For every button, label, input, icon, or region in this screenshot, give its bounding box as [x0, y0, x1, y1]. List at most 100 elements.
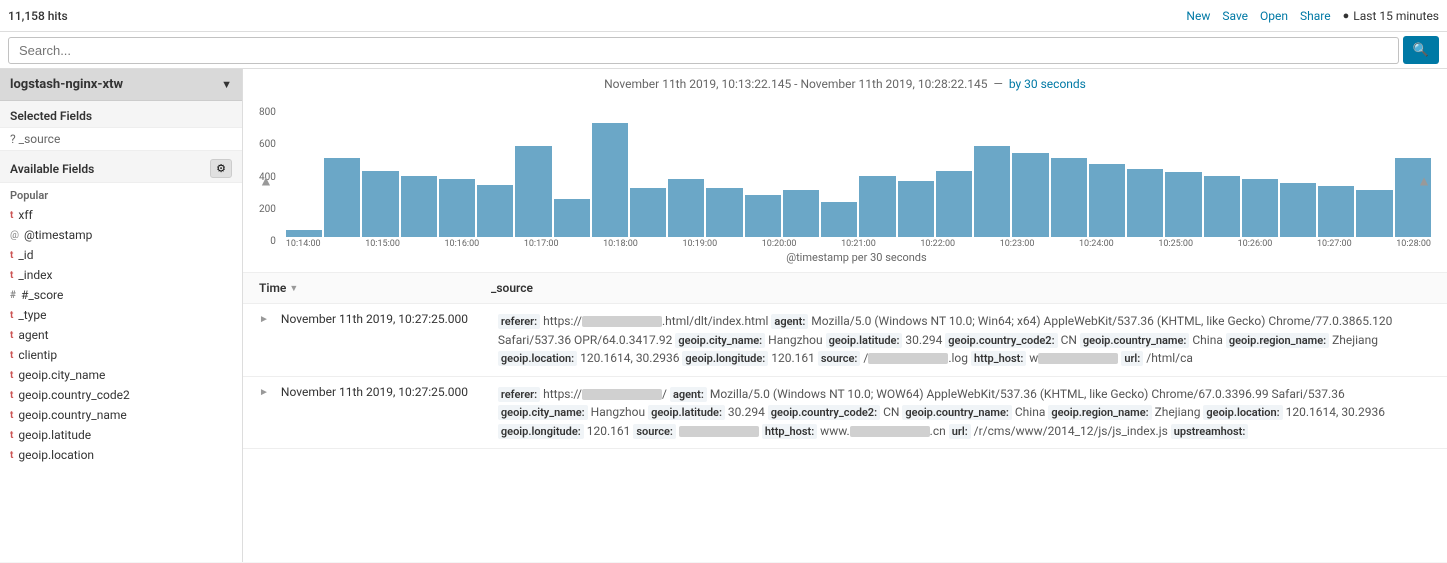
index-dropdown-arrow[interactable]: ▼ — [221, 78, 232, 91]
chart-bar[interactable] — [286, 230, 322, 237]
chart-bar[interactable] — [706, 188, 742, 237]
sidebar-field-item[interactable]: tgeoip.location — [0, 445, 242, 465]
chart-bar[interactable] — [821, 202, 857, 237]
chart-bar[interactable] — [515, 146, 551, 237]
result-field-key: geoip.longitude: — [498, 424, 584, 439]
fields-settings-button[interactable]: ⚙ — [210, 159, 232, 178]
sidebar-field-item[interactable]: tgeoip.city_name — [0, 365, 242, 385]
result-field-key: geoip.longitude: — [682, 351, 768, 366]
table-row: ► November 11th 2019, 10:27:25.000 refer… — [243, 304, 1447, 377]
chart-header: November 11th 2019, 10:13:22.145 - Novem… — [259, 77, 1431, 91]
chart-bar[interactable] — [783, 190, 819, 237]
chart-bar[interactable] — [1165, 172, 1201, 237]
chart-bar[interactable] — [324, 158, 360, 237]
sidebar-field-item[interactable]: t _type — [0, 305, 242, 325]
chart-bar[interactable] — [592, 123, 628, 237]
result-row-main[interactable]: ► November 11th 2019, 10:27:25.000 refer… — [243, 377, 1447, 449]
chart-bar[interactable] — [1242, 179, 1278, 237]
time-range-picker[interactable]: ● Last 15 minutes — [1343, 9, 1439, 23]
chart-bar[interactable] — [1089, 164, 1125, 238]
chart-bar[interactable] — [1051, 158, 1087, 237]
toolbar-actions: New Save Open Share ● Last 15 minutes — [1186, 9, 1439, 23]
chart-bar[interactable] — [477, 185, 513, 238]
chart-bar[interactable] — [1356, 190, 1392, 237]
save-button[interactable]: Save — [1222, 9, 1248, 23]
sidebar-field-item[interactable]: t_index — [0, 265, 242, 285]
chart-bar[interactable] — [974, 146, 1010, 237]
chart-bar[interactable] — [401, 176, 437, 237]
sidebar-field-item[interactable]: tgeoip.country_code2 — [0, 385, 242, 405]
top-bar: 11,158 hits New Save Open Share ● Last 1… — [0, 0, 1447, 32]
col-source-header: _source — [491, 281, 1431, 295]
sidebar-field-item[interactable]: tagent — [0, 325, 242, 345]
chart-bar[interactable] — [1127, 169, 1163, 237]
hits-section: 11,158 hits — [8, 9, 68, 23]
field-name: _type — [18, 308, 46, 322]
available-fields-label: Available Fields — [10, 162, 94, 176]
chart-bar[interactable] — [1395, 158, 1431, 237]
chart-bar[interactable] — [936, 171, 972, 238]
y-axis-label: 0 — [270, 236, 276, 247]
result-field-key: geoip.country_code2: — [945, 333, 1057, 348]
sidebar-field-item[interactable]: tgeoip.latitude — [0, 425, 242, 445]
field-type-icon: t — [10, 310, 13, 321]
chart-bar[interactable] — [859, 176, 895, 237]
chart-bar[interactable] — [439, 179, 475, 237]
field-name: geoip.city_name — [18, 368, 105, 382]
redacted-value — [1038, 353, 1118, 364]
field-name: geoip.latitude — [18, 428, 91, 442]
expand-arrow[interactable]: ► — [259, 387, 269, 398]
chart-bar[interactable] — [630, 188, 666, 237]
result-time: November 11th 2019, 10:27:25.000 — [281, 312, 486, 326]
open-button[interactable]: Open — [1260, 9, 1288, 23]
result-field-key: url: — [1121, 351, 1143, 366]
search-input[interactable] — [8, 37, 1399, 64]
index-selector[interactable]: logstash-nginx-xtw ▼ — [0, 69, 242, 101]
result-field-key: geoip.city_name: — [675, 333, 765, 348]
result-row-main[interactable]: ► November 11th 2019, 10:27:25.000 refer… — [243, 304, 1447, 376]
chart-x-axis: 10:14:0010:15:0010:16:0010:17:0010:18:00… — [282, 237, 1431, 249]
sidebar-field-item[interactable]: ##_score — [0, 285, 242, 305]
expand-arrow[interactable]: ► — [259, 314, 269, 325]
chart-bars — [282, 97, 1431, 237]
field-type-icon: t — [10, 350, 13, 361]
chart-bar[interactable] — [1204, 176, 1240, 237]
field-name: #_score — [21, 288, 63, 302]
x-axis-label: 10:24:00 — [1079, 239, 1114, 249]
new-button[interactable]: New — [1186, 9, 1210, 23]
chart-bar[interactable] — [1318, 186, 1354, 237]
field-name: @timestamp — [24, 228, 92, 242]
share-button[interactable]: Share — [1300, 9, 1331, 23]
chart-bar[interactable] — [1012, 153, 1048, 237]
chart-nav-left[interactable]: ▲ — [259, 172, 273, 189]
chart-bar[interactable] — [554, 199, 590, 238]
chart-bar[interactable] — [898, 181, 934, 237]
clock-icon: ● — [1343, 9, 1350, 22]
chart-bar[interactable] — [362, 171, 398, 238]
field-type-icon: @ — [10, 230, 19, 241]
x-axis-label: 10:17:00 — [524, 239, 559, 249]
x-axis-label: 10:18:00 — [603, 239, 638, 249]
chart-bar[interactable] — [1280, 183, 1316, 237]
sidebar: logstash-nginx-xtw ▼ Selected Fields ? _… — [0, 69, 243, 562]
result-field-key: upstreamhost: — [1171, 424, 1249, 439]
chart-bar[interactable] — [745, 195, 781, 237]
sidebar-field-item[interactable]: @ @timestamp — [0, 225, 242, 245]
chart-body: 10:14:0010:15:0010:16:0010:17:0010:18:00… — [282, 97, 1431, 264]
y-axis-label: 800 — [259, 107, 276, 118]
sidebar-field-item[interactable]: tgeoip.country_name — [0, 405, 242, 425]
x-axis-label: 10:22:00 — [920, 239, 955, 249]
selected-fields-header: Selected Fields — [0, 101, 242, 128]
search-button[interactable]: 🔍 — [1403, 36, 1439, 64]
field-type-icon: t — [10, 390, 13, 401]
sidebar-field-item[interactable]: t_id — [0, 245, 242, 265]
source-field-item[interactable]: ? _source — [0, 128, 242, 150]
hits-count: 11,158 hits — [8, 9, 68, 23]
sidebar-field-item[interactable]: tclientip — [0, 345, 242, 365]
sort-icon[interactable]: ▼ — [289, 283, 298, 294]
chart-interval-link[interactable]: by 30 seconds — [1009, 77, 1086, 91]
sidebar-field-item[interactable]: txff — [0, 205, 242, 225]
chart-nav-right[interactable]: ▲ — [1417, 172, 1431, 189]
chart-bar[interactable] — [668, 179, 704, 237]
result-field-key: agent: — [771, 314, 808, 329]
